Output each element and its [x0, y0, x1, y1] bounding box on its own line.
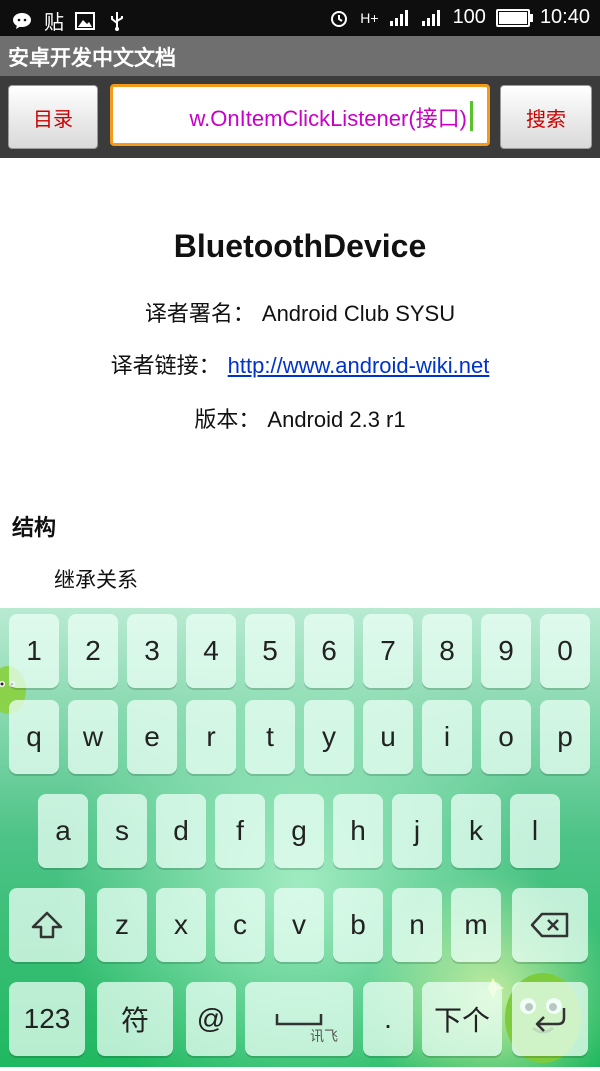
key-h[interactable]: h [333, 794, 383, 868]
key-g[interactable]: g [274, 794, 324, 868]
key-4[interactable]: 4 [186, 614, 236, 688]
key-a[interactable]: a [38, 794, 88, 868]
enter-key[interactable] [512, 982, 588, 1056]
app-title: 安卓开发中文文档 [8, 46, 176, 70]
alarm-icon [328, 7, 350, 29]
shift-key[interactable] [9, 888, 85, 962]
status-left: 贴 [12, 6, 128, 35]
backspace-icon [530, 912, 569, 938]
version-label: 版本： [194, 408, 261, 433]
enter-icon [535, 1008, 566, 1032]
key-q[interactable]: q [9, 700, 59, 774]
document-content: BluetoothDevice 译者署名： Android Club SYSU … [0, 158, 600, 608]
search-input[interactable]: w.OnItemClickListener(接口) [110, 84, 490, 146]
key-7[interactable]: 7 [363, 614, 413, 688]
key-w[interactable]: w [68, 700, 118, 774]
translator-link[interactable]: http://www.android-wiki.net [228, 353, 490, 378]
key-y[interactable]: y [304, 700, 354, 774]
backspace-key[interactable] [512, 888, 588, 962]
key-0[interactable]: 0 [540, 614, 590, 688]
search-input-value: w.OnItemClickListener(接口) [189, 106, 467, 131]
section-heading: 结构 [12, 516, 57, 541]
search-button[interactable]: 搜索 [500, 85, 592, 149]
key-f[interactable]: f [215, 794, 265, 868]
space-icon [275, 1014, 323, 1026]
directory-button[interactable]: 目录 [8, 85, 98, 149]
key-6[interactable]: 6 [304, 614, 354, 688]
image-icon [74, 10, 96, 32]
network-type: H+ [360, 9, 379, 26]
key-8[interactable]: 8 [422, 614, 472, 688]
soft-keyboard: 1 2 3 4 5 6 7 8 9 0 q w e r t y u i o p … [0, 608, 600, 1067]
battery-icon [495, 8, 533, 27]
link-label: 译者链接： [110, 354, 221, 379]
key-t[interactable]: t [245, 700, 295, 774]
symbols-key[interactable]: 符 [97, 982, 173, 1056]
key-c[interactable]: c [215, 888, 265, 962]
link-row: 译者链接： http://www.android-wiki.net [0, 348, 600, 380]
key-l[interactable]: l [510, 794, 560, 868]
ime-brand-label: 讯飞 [310, 1029, 338, 1045]
key-i[interactable]: i [422, 700, 472, 774]
key-9[interactable]: 9 [481, 614, 531, 688]
key-z[interactable]: z [97, 888, 147, 962]
key-p[interactable]: p [540, 700, 590, 774]
clock: 10:40 [539, 6, 590, 28]
chat-icon [12, 10, 34, 32]
text-caret [470, 101, 473, 131]
battery-percent: 100 [452, 6, 486, 28]
key-v[interactable]: v [274, 888, 324, 962]
key-r[interactable]: r [186, 700, 236, 774]
key-k[interactable]: k [451, 794, 501, 868]
shift-icon [31, 911, 63, 939]
sticker-label: 贴 [44, 12, 64, 34]
key-3[interactable]: 3 [127, 614, 177, 688]
version-row: 版本： Android 2.3 r1 [0, 402, 600, 434]
translator-value: Android Club SYSU [261, 301, 456, 326]
page-title: BluetoothDevice [173, 228, 427, 264]
translator-row: 译者署名： Android Club SYSU [0, 296, 600, 328]
key-m[interactable]: m [451, 888, 501, 962]
key-2[interactable]: 2 [68, 614, 118, 688]
numbers-key[interactable]: 123 [9, 982, 85, 1056]
usb-icon [106, 10, 128, 32]
key-d[interactable]: d [156, 794, 206, 868]
next-key[interactable]: 下个 [422, 982, 502, 1056]
key-n[interactable]: n [392, 888, 442, 962]
at-key[interactable]: @ [186, 982, 236, 1056]
key-o[interactable]: o [481, 700, 531, 774]
status-right: H+ 100 10:40 [328, 6, 590, 29]
key-s[interactable]: s [97, 794, 147, 868]
key-j[interactable]: j [392, 794, 442, 868]
status-bar: 贴 H+ 100 10:40 [0, 0, 600, 36]
key-u[interactable]: u [363, 700, 413, 774]
key-1[interactable]: 1 [9, 614, 59, 688]
period-key[interactable]: . [363, 982, 413, 1056]
signal-icon [389, 7, 411, 29]
app-title-bar: 安卓开发中文文档 [0, 36, 600, 76]
translator-label: 译者署名： [144, 302, 255, 327]
section-item: 继承关系 [54, 568, 138, 592]
toolbar: 目录 w.OnItemClickListener(接口) 搜索 [0, 76, 600, 158]
key-e[interactable]: e [127, 700, 177, 774]
key-5[interactable]: 5 [245, 614, 295, 688]
version-value: Android 2.3 r1 [267, 407, 406, 432]
key-x[interactable]: x [156, 888, 206, 962]
signal-icon-2 [421, 7, 443, 29]
key-b[interactable]: b [333, 888, 383, 962]
